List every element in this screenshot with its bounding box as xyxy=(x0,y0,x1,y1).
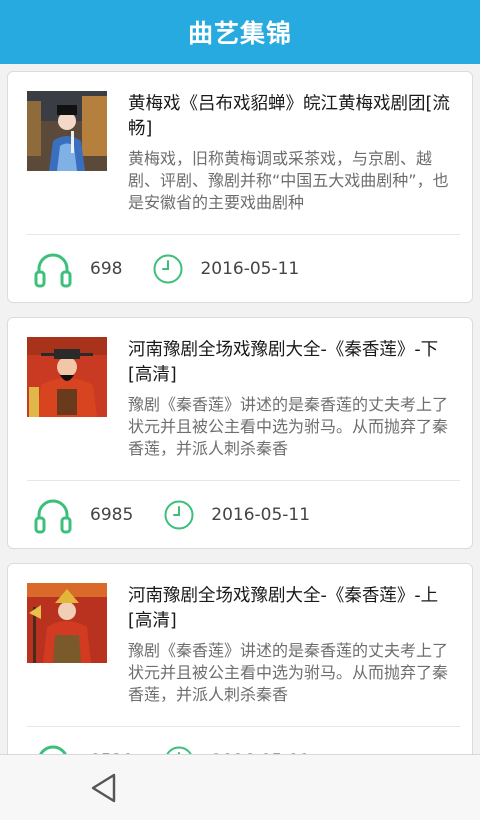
publish-date: 2016-05-11 xyxy=(211,505,311,525)
opera-judge-thumbnail[interactable] xyxy=(27,337,107,417)
item-description: 黄梅戏，旧称黄梅调或采茶戏，与京剧、越剧、评剧、豫剧并称“中国五大戏曲剧种”，也… xyxy=(128,149,449,212)
headphones-icon xyxy=(39,745,67,754)
clock-icon xyxy=(153,254,183,284)
play-count: 6985 xyxy=(90,505,134,525)
headphones-icon xyxy=(34,499,72,534)
item-description: 豫剧《秦香莲》讲述的是秦香莲的丈夫考上了状元并且被公主看中选为驸马。从而抛弃了秦… xyxy=(128,395,449,458)
headphones-icon xyxy=(34,253,72,288)
back-button[interactable] xyxy=(82,768,126,808)
item-description: 豫剧《秦香莲》讲述的是秦香莲的丈夫考上了状元并且被公主看中选为驸马。从而抛弃了秦… xyxy=(128,641,449,704)
opera-list[interactable]: 黄梅戏《吕布戏貂蝉》皖江黄梅戏剧团[流畅] 黄梅戏，旧称黄梅调或采茶戏，与京剧、… xyxy=(0,64,480,754)
back-triangle-icon xyxy=(91,773,116,803)
item-title[interactable]: 河南豫剧全场戏豫剧大全-《秦香莲》-下[高清] xyxy=(128,338,458,388)
clock-icon xyxy=(166,746,192,754)
list-item[interactable]: 黄梅戏《吕布戏貂蝉》皖江黄梅戏剧团[流畅] 黄梅戏，旧称黄梅调或采茶戏，与京剧、… xyxy=(7,71,473,303)
list-item[interactable]: 河南豫剧全场戏豫剧大全-《秦香莲》-下[高清] 豫剧《秦香莲》讲述的是秦香莲的丈… xyxy=(7,317,473,549)
app-header: 曲艺集锦 xyxy=(0,0,480,64)
clock-icon xyxy=(164,500,194,530)
list-item[interactable]: 河南豫剧全场戏豫剧大全-《秦香莲》-上[高清] 豫剧《秦香莲》讲述的是秦香莲的丈… xyxy=(7,563,473,754)
opera-performer-thumbnail[interactable] xyxy=(27,91,107,171)
item-meta: 8530 2016-05-11 xyxy=(8,727,472,754)
item-meta: 6985 2016-05-11 xyxy=(8,481,472,549)
opera-warrior-thumbnail[interactable] xyxy=(27,583,107,663)
system-nav-bar xyxy=(0,754,480,820)
item-title[interactable]: 河南豫剧全场戏豫剧大全-《秦香莲》-上[高清] xyxy=(128,584,458,634)
item-meta: 698 2016-05-11 xyxy=(8,235,472,303)
play-count: 698 xyxy=(90,259,123,279)
item-title[interactable]: 黄梅戏《吕布戏貂蝉》皖江黄梅戏剧团[流畅] xyxy=(128,92,458,142)
app-title: 曲艺集锦 xyxy=(187,19,292,48)
publish-date: 2016-05-11 xyxy=(200,259,300,279)
